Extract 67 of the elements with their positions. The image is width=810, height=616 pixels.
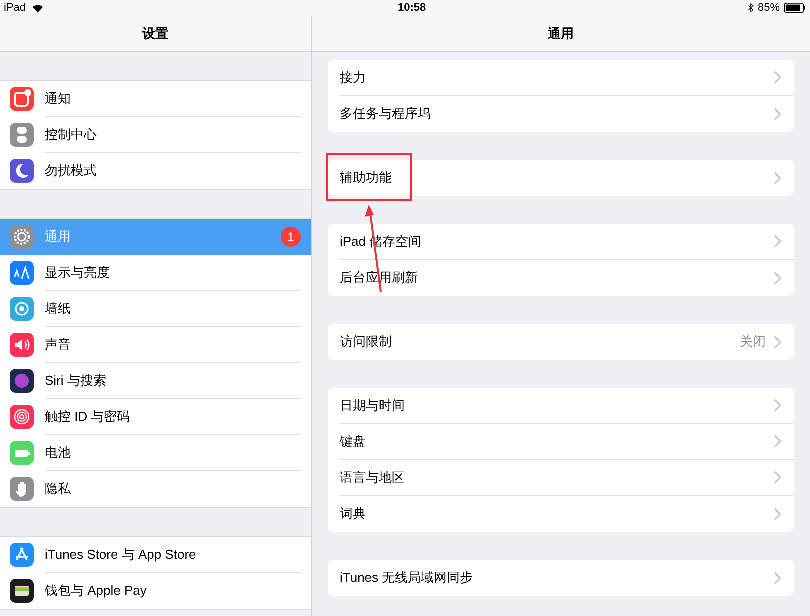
row-label: 日期与时间 — [340, 396, 406, 415]
item-label: 电池 — [45, 444, 72, 462]
item-label: 触控 ID 与密码 — [45, 408, 132, 426]
sidebar-item[interactable]: 通用 1 — [0, 219, 311, 255]
item-label: 声音 — [45, 336, 72, 354]
chevron-icon — [774, 399, 782, 412]
settings-row[interactable]: 语言与地区 — [340, 460, 794, 496]
chevron-icon — [774, 71, 782, 84]
wifi-icon — [32, 4, 44, 12]
appstore-icon — [10, 543, 34, 567]
display-icon — [10, 261, 34, 285]
chevron-icon — [774, 108, 782, 120]
settings-row[interactable]: 日期与时间 — [340, 388, 794, 424]
notifications-icon — [10, 87, 34, 111]
wallet-icon — [10, 579, 34, 603]
settings-row[interactable]: 访问限制 关闭 — [340, 324, 794, 360]
fingerprint-icon — [10, 405, 34, 429]
item-label: 通用 — [45, 228, 72, 246]
item-label: iTunes Store 与 App Store — [45, 546, 198, 564]
control-icon — [10, 123, 34, 147]
sound-icon — [10, 333, 34, 357]
chevron-icon — [774, 172, 782, 184]
row-label: 多任务与程序坞 — [340, 105, 432, 124]
page-title: 通用 — [548, 24, 574, 43]
item-label: 显示与亮度 — [45, 264, 111, 282]
item-label: 通知 — [45, 90, 72, 108]
item-label: 控制中心 — [45, 126, 98, 144]
row-label: 语言与地区 — [340, 468, 406, 487]
chevron-icon — [774, 435, 782, 448]
notification-badge: 1 — [281, 227, 301, 247]
sidebar-title: 设置 — [142, 24, 168, 43]
item-label: 钱包与 Apple Pay — [45, 582, 148, 600]
chevron-icon — [774, 336, 782, 348]
settings-row[interactable]: 后台应用刷新 — [340, 260, 794, 296]
row-label: iTunes 无线局域网同步 — [340, 569, 474, 588]
clock: 10:58 — [398, 0, 426, 16]
row-label: 接力 — [340, 68, 367, 87]
chevron-icon — [774, 235, 782, 248]
chevron-icon — [774, 572, 782, 584]
settings-row[interactable]: 接力 — [340, 60, 794, 96]
row-value: 关闭 — [740, 333, 766, 352]
gear-icon — [10, 225, 34, 249]
item-label: 隐私 — [45, 480, 72, 498]
device-name: iPad — [4, 0, 26, 16]
chevron-icon — [774, 471, 782, 484]
chevron-icon — [774, 272, 782, 284]
row-label: 键盘 — [340, 432, 367, 451]
siri-icon — [10, 369, 34, 393]
hand-icon — [10, 477, 34, 501]
bluetooth-icon — [748, 3, 754, 13]
item-label: 勿扰模式 — [45, 162, 98, 180]
settings-row[interactable]: iTunes 无线局域网同步 — [340, 560, 794, 596]
item-label: Siri 与搜索 — [45, 372, 108, 390]
settings-row[interactable]: 辅助功能 — [340, 160, 794, 196]
settings-row[interactable]: 词典 — [340, 496, 794, 532]
settings-row[interactable]: 键盘 — [340, 424, 794, 460]
item-label: 墙纸 — [45, 300, 72, 318]
row-label: 辅助功能 — [340, 169, 393, 188]
settings-row[interactable]: 多任务与程序坞 — [340, 96, 794, 132]
row-label: 后台应用刷新 — [340, 269, 419, 288]
chevron-icon — [774, 508, 782, 520]
row-label: 访问限制 — [340, 333, 393, 352]
battery-percentage: 85% — [758, 0, 780, 16]
battery-icon — [784, 3, 806, 13]
battery-icon — [10, 441, 34, 465]
row-label: 词典 — [340, 505, 367, 524]
moon-icon — [10, 159, 34, 183]
